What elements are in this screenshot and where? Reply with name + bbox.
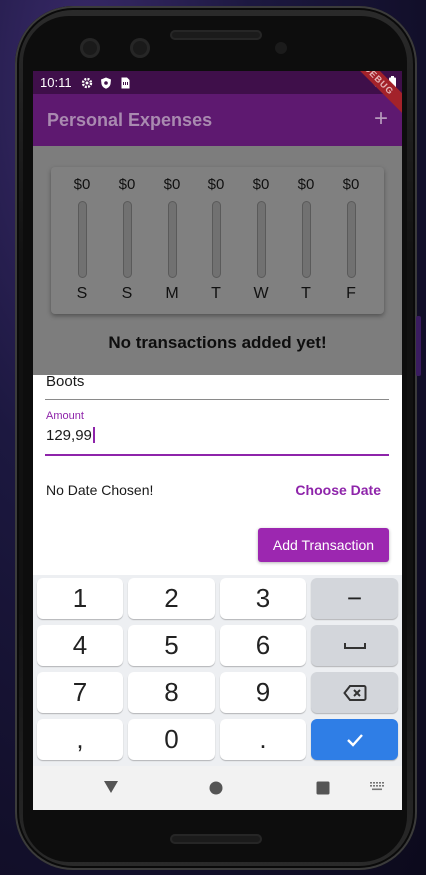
- bar-amount: $0: [252, 176, 270, 193]
- space-icon: [343, 642, 366, 649]
- bar-amount: $0: [73, 176, 91, 193]
- key-done[interactable]: [311, 719, 398, 760]
- key-comma[interactable]: ,: [37, 719, 123, 760]
- bar-day-label: S: [76, 285, 88, 302]
- bar-amount: $0: [342, 176, 360, 193]
- shield-icon: [100, 77, 111, 89]
- key-4[interactable]: 4: [37, 625, 123, 666]
- key-1[interactable]: 1: [37, 578, 123, 619]
- bar-amount: $0: [118, 176, 136, 193]
- bar-amount: $0: [297, 176, 315, 193]
- camera-lens: [80, 38, 100, 58]
- weekly-chart-card: $0 S $0 S $0 M $0 T $0 W $0 T $0 F: [51, 167, 384, 314]
- key-6[interactable]: 6: [220, 625, 306, 666]
- text-cursor: [92, 427, 95, 443]
- bar-day-label: T: [301, 285, 311, 302]
- status-time: 10:11: [40, 75, 72, 90]
- earpiece-speaker: [170, 30, 262, 40]
- numeric-keyboard: 1 2 3 − 4 5 6 7 8 9 , 0 .: [33, 575, 402, 766]
- bar-amount: $0: [207, 176, 225, 193]
- backspace-icon: [342, 684, 366, 701]
- bar-day-label: T: [211, 285, 221, 302]
- key-5[interactable]: 5: [128, 625, 215, 666]
- new-transaction-sheet: Boots Amount 129,99 No Date Chosen! Choo…: [33, 373, 402, 575]
- recents-square-icon[interactable]: [316, 781, 330, 795]
- gear-icon: [81, 77, 92, 88]
- add-transaction-button[interactable]: Add Transaction: [258, 528, 389, 562]
- key-minus[interactable]: −: [311, 578, 398, 619]
- app-bar: Personal Expenses +: [33, 94, 402, 146]
- front-sensor: [275, 42, 287, 54]
- bar-amount: $0: [163, 176, 181, 193]
- chart-bar: $0 M: [157, 175, 187, 305]
- title-input[interactable]: Boots: [46, 373, 84, 390]
- system-nav-bar: [33, 766, 402, 810]
- key-8[interactable]: 8: [128, 672, 215, 713]
- key-0[interactable]: 0: [128, 719, 215, 760]
- key-3[interactable]: 3: [220, 578, 306, 619]
- bar-track: [168, 201, 177, 278]
- empty-state-message: No transactions added yet!: [108, 333, 327, 352]
- chart-bar: $0 S: [67, 175, 97, 305]
- title-underline: [45, 399, 389, 400]
- date-status-text: No Date Chosen!: [46, 482, 154, 498]
- check-icon: [346, 733, 363, 747]
- amount-value-text: 129,99: [46, 427, 92, 444]
- side-button: [416, 316, 421, 376]
- chart-bar: $0 T: [291, 175, 321, 305]
- bar-track: [212, 201, 221, 278]
- device-screen: 10:11 Personal Expenses + DEBUG $0 S $0 …: [33, 71, 402, 810]
- bar-track: [78, 201, 87, 278]
- key-2[interactable]: 2: [128, 578, 215, 619]
- key-backspace[interactable]: [311, 672, 398, 713]
- scrim-overlay[interactable]: $0 S $0 S $0 M $0 T $0 W $0 T $0 F No tr…: [33, 146, 402, 375]
- chart-bar: $0 T: [201, 175, 231, 305]
- status-bar: 10:11: [33, 71, 402, 94]
- add-icon[interactable]: +: [374, 107, 388, 131]
- key-period[interactable]: .: [220, 719, 306, 760]
- bar-track: [347, 201, 356, 278]
- bottom-speaker: [170, 834, 262, 844]
- bar-track: [257, 201, 266, 278]
- choose-date-button[interactable]: Choose Date: [295, 482, 381, 498]
- bar-day-label: F: [346, 285, 356, 302]
- app-title: Personal Expenses: [47, 109, 213, 130]
- chart-bar: $0 S: [112, 175, 142, 305]
- amount-underline: [45, 454, 389, 456]
- chart-bar: $0 F: [336, 175, 366, 305]
- chart-bar: $0 W: [246, 175, 276, 305]
- key-9[interactable]: 9: [220, 672, 306, 713]
- key-space[interactable]: [311, 625, 398, 666]
- bar-day-label: M: [165, 285, 179, 302]
- bar-day-label: W: [253, 285, 269, 302]
- key-7[interactable]: 7: [37, 672, 123, 713]
- home-circle-icon[interactable]: [209, 781, 223, 795]
- bar-track: [302, 201, 311, 278]
- amount-label: Amount: [46, 410, 84, 422]
- bar-track: [123, 201, 132, 278]
- sim-card-icon: [121, 77, 130, 88]
- amount-input[interactable]: 129,99: [46, 427, 95, 444]
- back-triangle-icon[interactable]: [103, 780, 119, 794]
- bar-day-label: S: [121, 285, 133, 302]
- keyboard-switch-icon[interactable]: [370, 782, 384, 792]
- camera-lens: [130, 38, 150, 58]
